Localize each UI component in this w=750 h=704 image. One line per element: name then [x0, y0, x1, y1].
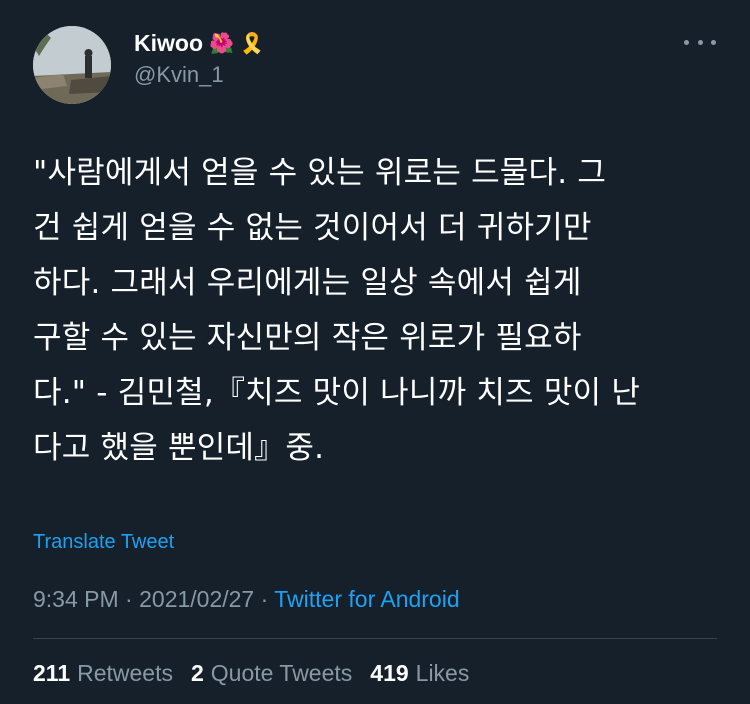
- author-handle[interactable]: @Kvin_1: [134, 62, 224, 88]
- quote-tweets-stat[interactable]: 2 Quote Tweets: [191, 660, 352, 687]
- tweet-text: "사람에게서 얻을 수 있는 위로는 드물다. 그 건 쉽게 얻을 수 없는 것…: [33, 155, 641, 466]
- tweet-stats: 211 Retweets 2 Quote Tweets 419 Likes: [33, 660, 469, 687]
- author-name-row[interactable]: Kiwoo 🌺 🎗️: [134, 30, 265, 57]
- meta-separator: ·: [254, 586, 275, 612]
- tweet-source-link[interactable]: Twitter for Android: [274, 586, 459, 612]
- tweet-time[interactable]: 9:34 PM: [33, 586, 119, 612]
- author-display-name[interactable]: Kiwoo: [134, 30, 203, 57]
- retweets-label: Retweets: [77, 660, 173, 686]
- divider: [33, 638, 717, 639]
- avatar-image: [33, 26, 111, 104]
- tweet-date[interactable]: 2021/02/27: [139, 586, 254, 612]
- tweet-meta: 9:34 PM · 2021/02/27 · Twitter for Andro…: [33, 586, 460, 613]
- retweets-count: 211: [33, 660, 71, 686]
- avatar[interactable]: [33, 26, 111, 104]
- translate-tweet-link[interactable]: Translate Tweet: [33, 531, 174, 554]
- hibiscus-emoji-icon: 🌺: [209, 32, 234, 55]
- meta-separator: ·: [118, 586, 140, 612]
- ribbon-emoji-icon: 🎗️: [239, 32, 265, 55]
- more-options-icon[interactable]: [684, 30, 716, 54]
- quote-tweets-count: 2: [190, 660, 204, 686]
- likes-count: 419: [370, 660, 409, 686]
- likes-stat[interactable]: 419 Likes: [370, 660, 469, 687]
- retweets-stat[interactable]: 211 Retweets: [33, 660, 173, 687]
- likes-label: Likes: [415, 660, 470, 686]
- quote-tweets-label: Quote Tweets: [210, 660, 353, 686]
